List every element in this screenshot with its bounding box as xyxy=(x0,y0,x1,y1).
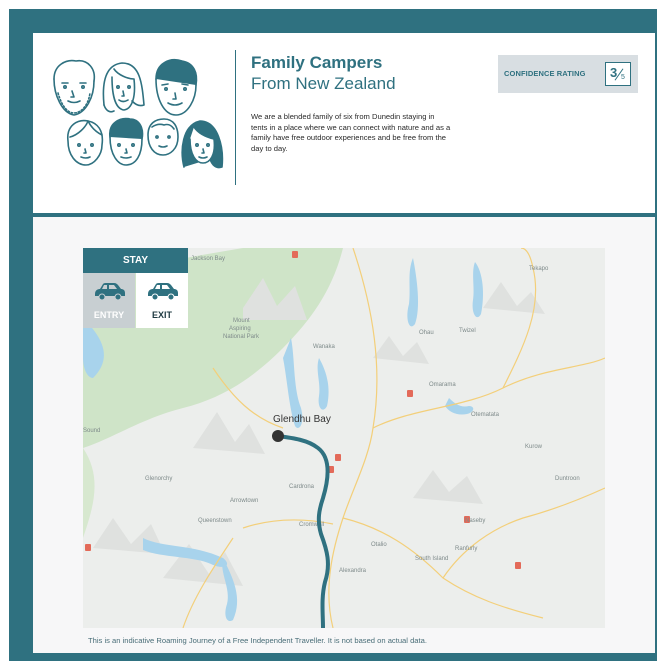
face-woman-dark-hair-icon xyxy=(181,120,224,169)
confidence-rating-badge: 3 5 xyxy=(605,62,631,86)
exit-label: EXIT xyxy=(151,310,172,320)
face-child-icon xyxy=(147,118,179,156)
map-label-tekapo: Tekapo xyxy=(529,266,549,272)
highlight-place-label: Glendhu Bay xyxy=(273,414,331,425)
map-label-omarama: Omarama xyxy=(429,382,456,388)
map-label-alexandra: Alexandra xyxy=(339,568,367,574)
map-label-otematata: Otematata xyxy=(471,412,500,418)
stay-panel: STAY ENTRY EXIT xyxy=(83,248,188,328)
map-label-duntroon: Duntroon xyxy=(555,476,580,482)
map-label-arrowtown: Arrowtown xyxy=(230,498,258,504)
map-label-otalio: Otalio xyxy=(371,542,387,548)
face-girl-icon xyxy=(67,119,104,166)
family-description: We are a blended family of six from Dune… xyxy=(251,112,451,153)
confidence-rating-out-of: 5 xyxy=(621,74,625,81)
face-man-short-hair-icon xyxy=(155,59,198,116)
map-label-wanaka: Wanaka xyxy=(313,344,335,350)
stay-entry-button[interactable]: ENTRY xyxy=(83,273,135,328)
map-label-south-island: South Island xyxy=(415,556,448,562)
map-label-naseby: Naseby xyxy=(465,518,485,524)
car-icon xyxy=(95,283,125,301)
map-label-sound: Sound xyxy=(83,428,100,434)
confidence-rating-label: CONFIDENCE RATING xyxy=(504,69,586,78)
map-label-kurow: Kurow xyxy=(525,444,543,450)
entry-label: ENTRY xyxy=(93,310,125,320)
start-point-marker[interactable] xyxy=(272,430,284,442)
confidence-rating-panel: CONFIDENCE RATING 3 5 xyxy=(498,55,638,93)
car-icon xyxy=(148,283,178,301)
face-woman-long-hair-icon xyxy=(102,62,145,113)
family-title: Family Campers xyxy=(251,53,383,72)
stay-exit-button[interactable]: EXIT xyxy=(136,273,188,328)
map-label-ohau: Ohau xyxy=(419,330,434,336)
family-subtitle: From New Zealand xyxy=(251,74,396,93)
map-label-ranfurly: Ranfurly xyxy=(455,546,477,552)
face-bearded-man-icon xyxy=(53,59,96,116)
disclaimer-footnote: This is an indicative Roaming Journey of… xyxy=(88,636,427,645)
map-label-twizel: Twizel xyxy=(459,328,476,334)
map-label-jackson-bay: Jackson Bay xyxy=(191,256,225,262)
header-divider xyxy=(235,50,236,185)
face-boy-icon xyxy=(109,117,144,166)
map-label-glenorchy: Glenorchy xyxy=(145,476,172,482)
map-label-cardrona: Cardrona xyxy=(289,484,315,490)
stay-header: STAY xyxy=(83,248,188,273)
map-label-queenstown: Queenstown xyxy=(198,518,232,524)
family-faces-illustration xyxy=(53,59,224,169)
